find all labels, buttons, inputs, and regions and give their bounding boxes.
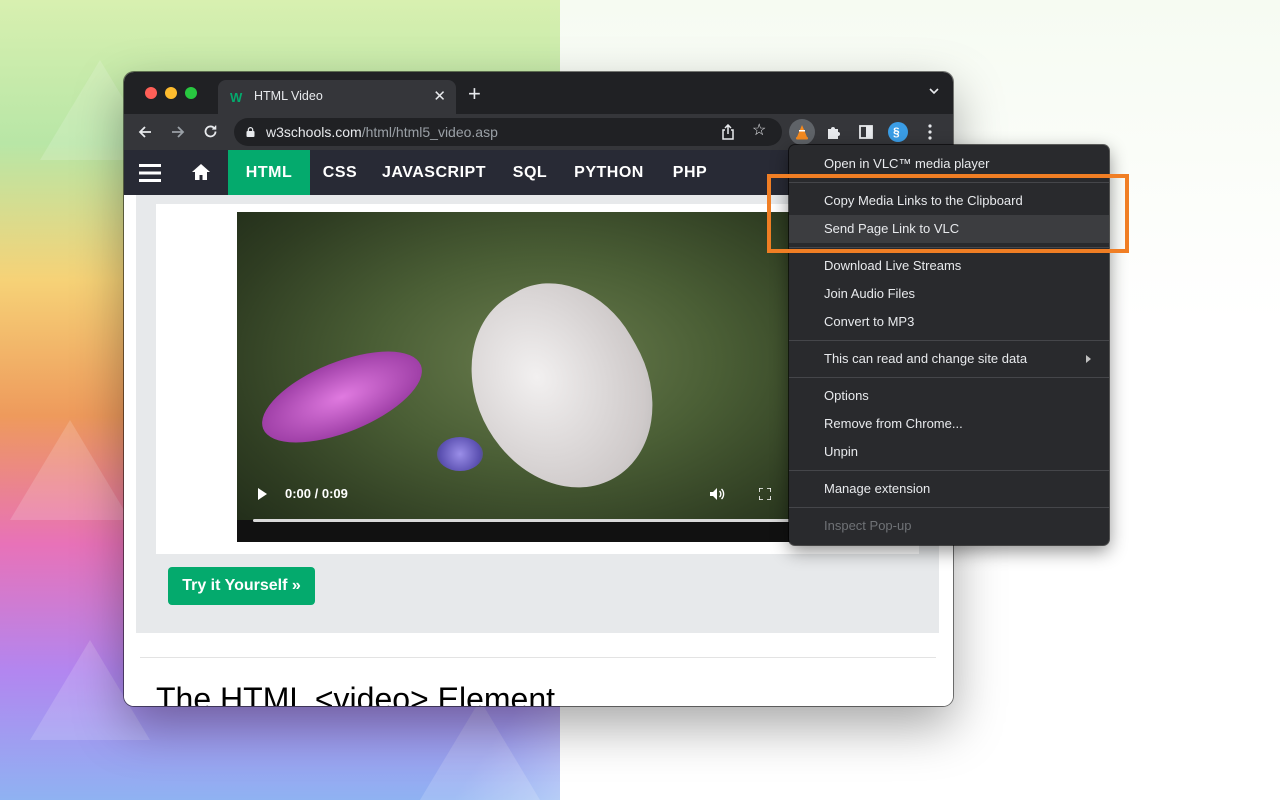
profile-icon[interactable]: § — [888, 122, 908, 142]
share-icon[interactable] — [721, 124, 735, 140]
menu-separator — [789, 507, 1109, 508]
bg-triangle — [10, 420, 130, 520]
volume-icon[interactable] — [709, 487, 725, 501]
menu-separator — [789, 470, 1109, 471]
zoom-window-button[interactable] — [185, 87, 197, 99]
nav-python[interactable]: PYTHON — [572, 150, 646, 195]
nav-css[interactable]: CSS — [314, 150, 366, 195]
kebab-menu-icon[interactable] — [928, 124, 932, 140]
hamburger-menu-icon[interactable] — [139, 163, 161, 183]
menu-site-data-label: This can read and change site data — [824, 351, 1028, 366]
back-icon[interactable] — [138, 125, 152, 139]
menu-manage-extension[interactable]: Manage extension — [789, 475, 1109, 503]
forward-icon[interactable] — [171, 125, 185, 139]
tab-strip: W HTML Video ✕ + — [124, 72, 953, 114]
fullscreen-icon[interactable] — [759, 488, 771, 500]
extensions-puzzle-icon[interactable] — [826, 124, 842, 140]
try-it-yourself-button[interactable]: Try it Yourself » — [168, 567, 315, 605]
section-heading: The HTML <video> Element — [156, 681, 555, 706]
menu-options[interactable]: Options — [789, 382, 1109, 410]
highlight-annotation-box — [767, 174, 1129, 253]
menu-inspect-popup: Inspect Pop-up — [824, 518, 912, 533]
vlc-extension-button[interactable] — [789, 119, 815, 145]
video-bunny-figure — [435, 253, 689, 521]
nav-html[interactable]: HTML — [228, 150, 310, 195]
url-path: /html/html5_video.asp — [361, 124, 498, 140]
minimize-window-button[interactable] — [165, 87, 177, 99]
video-time: 0:00 / 0:09 — [285, 486, 348, 501]
menu-convert-to-mp3[interactable]: Convert to MP3 — [789, 308, 1109, 336]
vlc-cone-icon — [796, 125, 808, 140]
new-tab-icon[interactable]: + — [468, 83, 481, 105]
url-host: w3schools.com — [266, 124, 362, 140]
tab-title: HTML Video — [254, 89, 323, 103]
menu-remove-from-chrome[interactable]: Remove from Chrome... — [789, 410, 1109, 438]
lock-icon[interactable] — [246, 127, 255, 137]
tab-search-chevron-icon[interactable] — [929, 86, 939, 96]
nav-php[interactable]: PHP — [666, 150, 714, 195]
video-controls-bg — [237, 520, 797, 542]
menu-separator — [789, 340, 1109, 341]
section-divider — [140, 657, 936, 658]
menu-unpin[interactable]: Unpin — [789, 438, 1109, 466]
bg-triangle — [420, 700, 540, 800]
w3schools-favicon-icon: W — [230, 90, 243, 105]
menu-join-audio-files[interactable]: Join Audio Files — [789, 280, 1109, 308]
video-progress-bar[interactable] — [253, 519, 797, 522]
tab-close-icon[interactable]: ✕ — [433, 87, 446, 105]
close-window-button[interactable] — [145, 87, 157, 99]
nav-sql[interactable]: SQL — [506, 150, 554, 195]
profile-glyph-icon: § — [893, 125, 900, 139]
menu-download-live-streams[interactable]: Download Live Streams — [789, 252, 1109, 280]
tab-html-video[interactable]: W HTML Video ✕ — [218, 80, 456, 114]
reload-icon[interactable] — [203, 124, 218, 139]
video-butterfly-figure — [250, 332, 434, 462]
video-flowers — [437, 437, 483, 471]
home-icon[interactable] — [191, 163, 211, 181]
url-text: w3schools.com/html/html5_video.asp — [266, 124, 498, 140]
address-bar[interactable]: w3schools.com/html/html5_video.asp ☆ — [234, 118, 782, 146]
menu-separator — [789, 377, 1109, 378]
submenu-arrow-icon — [1086, 355, 1091, 363]
nav-javascript[interactable]: JAVASCRIPT — [380, 150, 488, 195]
bookmark-star-icon[interactable]: ☆ — [752, 123, 766, 139]
video-player[interactable]: 0:00 / 0:09 — [237, 212, 797, 542]
side-panel-icon[interactable] — [859, 125, 873, 139]
play-icon[interactable] — [257, 488, 267, 500]
menu-site-data-access[interactable]: This can read and change site data — [789, 345, 1109, 373]
